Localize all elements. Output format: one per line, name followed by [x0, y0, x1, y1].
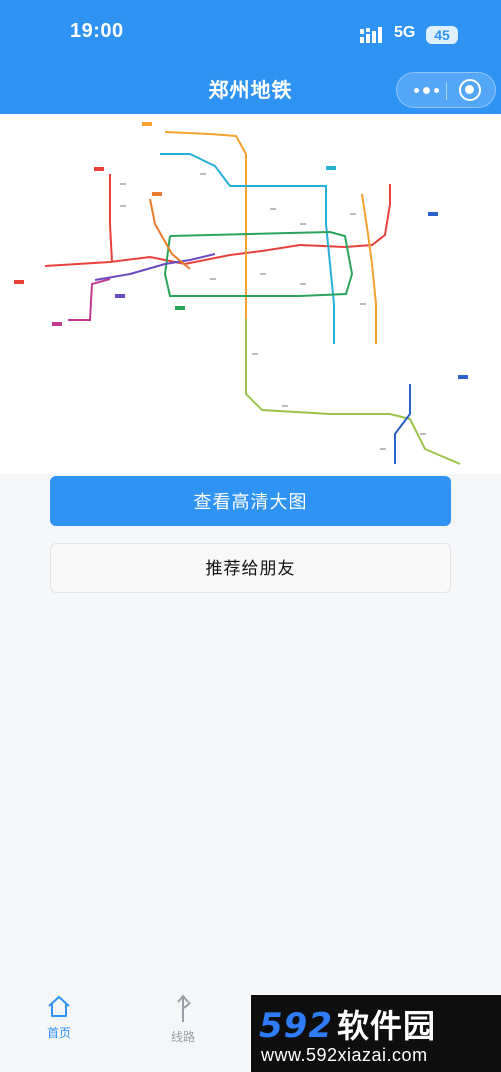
tab-routes-label: 线路	[170, 1030, 195, 1044]
close-target-icon[interactable]	[459, 79, 481, 101]
watermark-url: www.592xiazai.com	[261, 1045, 428, 1065]
tab-home[interactable]: 首页	[29, 994, 89, 1054]
view-hd-map-button[interactable]: 查看高清大图	[50, 476, 451, 526]
tab-routes[interactable]: 线路	[153, 994, 213, 1054]
metro-line-green	[163, 230, 354, 297]
status-bar: 19:00 5G 45	[0, 0, 501, 64]
network-type: 5G	[394, 24, 416, 41]
metro-line-orange-east	[361, 193, 377, 344]
metro-line-magenta	[68, 278, 111, 321]
share-button[interactable]: 推荐给朋友	[50, 543, 451, 593]
station-ticks	[120, 173, 426, 450]
metro-line-orange	[164, 131, 247, 319]
mini-program-capsule[interactable]	[396, 72, 496, 108]
metro-map[interactable]	[0, 114, 501, 474]
home-icon	[48, 996, 70, 1017]
metro-line-blue	[394, 384, 411, 464]
capsule-divider	[446, 82, 447, 100]
watermark-logo: 592 软件园 www.592xiazai.com	[251, 995, 501, 1072]
status-time: 19:00	[70, 20, 124, 42]
metro-line-lightgreen	[245, 319, 461, 465]
signal-icon	[360, 27, 382, 43]
station-labels	[14, 122, 468, 379]
metro-map-svg	[14, 122, 468, 465]
watermark-brand: 592 软件园	[259, 1006, 436, 1046]
metro-line-red-west	[109, 174, 113, 263]
battery-level: 45	[426, 26, 458, 44]
tab-home-label: 首页	[46, 1026, 71, 1040]
route-icon	[177, 994, 191, 1022]
top-bar: 19:00 5G 45 郑州地铁	[0, 0, 501, 114]
more-icon[interactable]	[407, 73, 445, 107]
metro-line-red	[44, 184, 391, 267]
